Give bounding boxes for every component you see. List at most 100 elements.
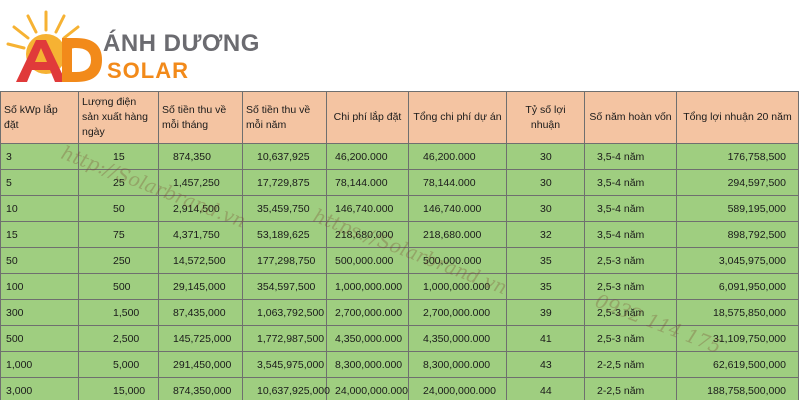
cell-profit-ratio: 35	[506, 247, 585, 274]
cell-total-profit: 188,758,500,000	[676, 377, 799, 400]
cell-install-cost: 78,144.000	[326, 169, 409, 196]
cell-daily-output: 75	[78, 221, 159, 248]
cell-total-profit: 589,195,000	[676, 195, 799, 222]
cell-yearly-revenue: 10,637,925,000	[242, 377, 330, 400]
cell-payback-years: 2-2,5 năm	[584, 377, 677, 400]
cell-payback-years: 2-2,5 năm	[584, 351, 677, 378]
cell-total-profit: 898,792,500	[676, 221, 799, 248]
table-row: 50 250 14,572,500 177,298,750 500,000.000 500…	[0, 247, 799, 274]
table-row: 5 25 1,457,250 17,729,875 78,144.000 78,144.0…	[0, 169, 799, 196]
cell-monthly-revenue: 4,371,750	[158, 221, 243, 248]
cell-profit-ratio: 32	[506, 221, 585, 248]
table-row: 100 500 29,145,000 354,597,500 1,000,000.000…	[0, 273, 799, 300]
cell-profit-ratio: 41	[506, 325, 585, 352]
cell-total-cost: 8,300,000.000	[408, 351, 507, 378]
cell-total-profit: 62,619,500,000	[676, 351, 799, 378]
cell-daily-output: 15,000	[78, 377, 159, 400]
sun-logo-icon	[6, 10, 102, 82]
cell-daily-output: 2,500	[78, 325, 159, 352]
cell-monthly-revenue: 874,350,000	[158, 377, 243, 400]
brand-name: ÁNH DƯƠNG	[103, 30, 260, 57]
cell-yearly-revenue: 177,298,750	[242, 247, 327, 274]
table-row: 3 15 874,350 10,637,925 46,200.000 46,200.000…	[0, 143, 799, 170]
cell-total-cost: 218,680.000	[408, 221, 507, 248]
header: ÁNH DƯƠNG SOLAR	[0, 0, 800, 86]
cell-monthly-revenue: 1,457,250	[158, 169, 243, 196]
header-profit-ratio: Tỷ số lợi nhuận	[506, 91, 585, 144]
solar-roi-table: Số kWp lắp đặt Lượng điện sản xuất hàng …	[0, 91, 799, 400]
cell-install-cost: 1,000,000.000	[326, 273, 409, 300]
cell-daily-output: 500	[78, 273, 159, 300]
cell-install-cost: 46,200.000	[326, 143, 409, 170]
cell-payback-years: 3,5-4 năm	[584, 169, 677, 196]
cell-profit-ratio: 44	[506, 377, 585, 400]
header-total-cost: Tổng chi phí dự án	[408, 91, 507, 144]
cell-yearly-revenue: 1,063,792,500	[242, 299, 327, 326]
cell-monthly-revenue: 87,435,000	[158, 299, 243, 326]
cell-monthly-revenue: 874,350	[158, 143, 243, 170]
cell-total-cost: 146,740.000	[408, 195, 507, 222]
cell-total-profit: 31,109,750,000	[676, 325, 799, 352]
cell-profit-ratio: 43	[506, 351, 585, 378]
cell-kwp: 1,000	[0, 351, 79, 378]
header-monthly-revenue: Số tiền thu về mỗi tháng	[158, 91, 243, 144]
cell-install-cost: 218,680.000	[326, 221, 409, 248]
cell-total-profit: 6,091,950,000	[676, 273, 799, 300]
cell-daily-output: 1,500	[78, 299, 159, 326]
cell-kwp: 3,000	[0, 377, 79, 400]
cell-install-cost: 146,740.000	[326, 195, 409, 222]
cell-kwp: 100	[0, 273, 79, 300]
cell-payback-years: 2,5-3 năm	[584, 299, 677, 326]
cell-yearly-revenue: 354,597,500	[242, 273, 327, 300]
cell-install-cost: 2,700,000.000	[326, 299, 409, 326]
cell-total-cost: 4,350,000.000	[408, 325, 507, 352]
cell-daily-output: 15	[78, 143, 159, 170]
table-row: 1,000 5,000 291,450,000 3,545,975,000 8,300,…	[0, 351, 799, 378]
table-row: 3,000 15,000 874,350,000 10,637,925,000 24,0…	[0, 377, 799, 400]
cell-kwp: 3	[0, 143, 79, 170]
cell-profit-ratio: 39	[506, 299, 585, 326]
cell-install-cost: 4,350,000.000	[326, 325, 409, 352]
cell-yearly-revenue: 10,637,925	[242, 143, 327, 170]
price-table-container: Số kWp lắp đặt Lượng điện sản xuất hàng …	[0, 91, 800, 400]
cell-yearly-revenue: 1,772,987,500	[242, 325, 327, 352]
cell-profit-ratio: 30	[506, 195, 585, 222]
header-daily-output: Lượng điện sản xuất hàng ngày	[78, 91, 159, 144]
table-body: 3 15 874,350 10,637,925 46,200.000 46,200.000…	[0, 143, 799, 400]
table-row: 300 1,500 87,435,000 1,063,792,500 2,700,000…	[0, 299, 799, 326]
brand-subname: SOLAR	[107, 58, 189, 83]
cell-payback-years: 2,5-3 năm	[584, 273, 677, 300]
cell-profit-ratio: 35	[506, 273, 585, 300]
cell-kwp: 50	[0, 247, 79, 274]
header-payback-years: Số năm hoàn vốn	[584, 91, 677, 144]
cell-kwp: 10	[0, 195, 79, 222]
cell-total-cost: 78,144.000	[408, 169, 507, 196]
table-row: 500 2,500 145,725,000 1,772,987,500 4,350,00…	[0, 325, 799, 352]
cell-yearly-revenue: 53,189,625	[242, 221, 327, 248]
cell-yearly-revenue: 3,545,975,000	[242, 351, 327, 378]
cell-monthly-revenue: 29,145,000	[158, 273, 243, 300]
cell-kwp: 500	[0, 325, 79, 352]
table-row: 15 75 4,371,750 53,189,625 218,680.000 218,68…	[0, 221, 799, 248]
cell-payback-years: 2,5-3 năm	[584, 325, 677, 352]
cell-total-cost: 24,000,000.000	[408, 377, 507, 400]
cell-payback-years: 3,5-4 năm	[584, 195, 677, 222]
table-row: 10 50 2,914,500 35,459,750 146,740.000 146,74…	[0, 195, 799, 222]
header-total-profit-20y: Tổng lợi nhuận 20 năm	[676, 91, 799, 144]
cell-yearly-revenue: 35,459,750	[242, 195, 327, 222]
cell-total-cost: 1,000,000.000	[408, 273, 507, 300]
cell-daily-output: 25	[78, 169, 159, 196]
cell-monthly-revenue: 145,725,000	[158, 325, 243, 352]
cell-install-cost: 500,000.000	[326, 247, 409, 274]
header-yearly-revenue: Số tiền thu về mỗi năm	[242, 91, 327, 144]
cell-profit-ratio: 30	[506, 169, 585, 196]
cell-profit-ratio: 30	[506, 143, 585, 170]
cell-monthly-revenue: 2,914,500	[158, 195, 243, 222]
cell-install-cost: 24,000,000.000	[326, 377, 409, 400]
cell-monthly-revenue: 14,572,500	[158, 247, 243, 274]
cell-total-profit: 176,758,500	[676, 143, 799, 170]
cell-kwp: 5	[0, 169, 79, 196]
cell-daily-output: 50	[78, 195, 159, 222]
cell-install-cost: 8,300,000.000	[326, 351, 409, 378]
cell-total-profit: 294,597,500	[676, 169, 799, 196]
